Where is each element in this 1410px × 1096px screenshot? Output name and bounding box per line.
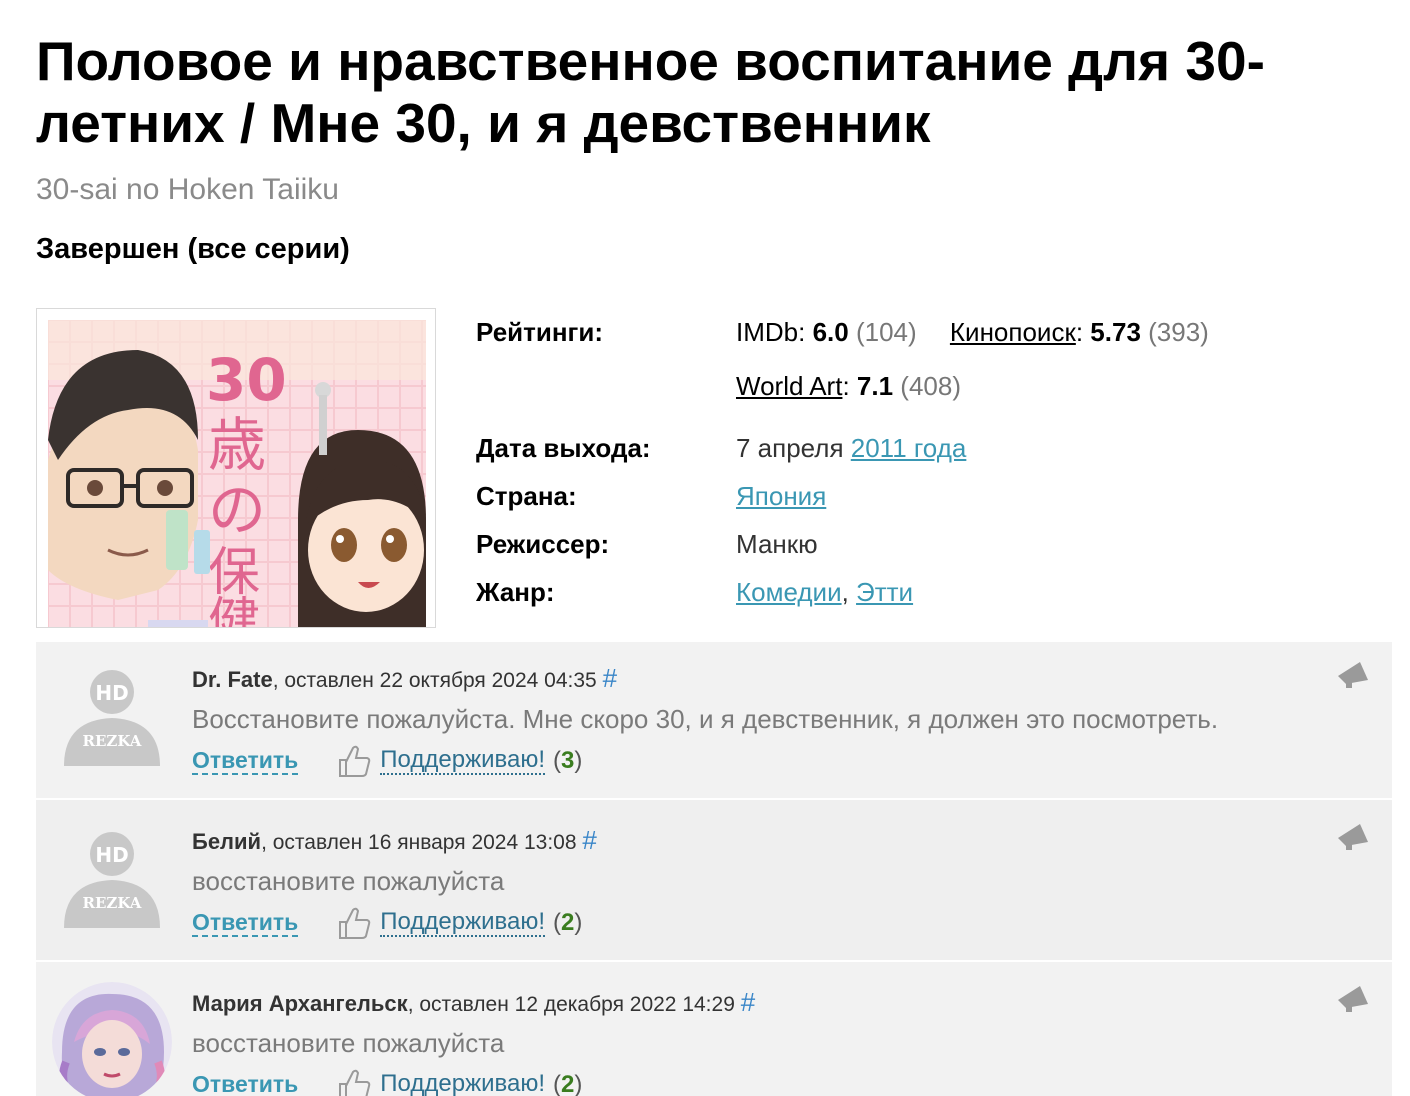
release-year-link[interactable]: 2011 года bbox=[851, 433, 967, 463]
release-date: 7 апреля 2011 года bbox=[736, 432, 966, 464]
imdb-rating: IMDb: 6.0 (104) bbox=[736, 317, 917, 347]
genre-link-ecchi[interactable]: Этти bbox=[856, 577, 913, 607]
imdb-votes: (104) bbox=[855, 317, 917, 347]
genre-link-comedy[interactable]: Комедии bbox=[736, 577, 842, 607]
worldart-votes: (408) bbox=[900, 371, 961, 401]
genre-value: Комедии, Этти bbox=[736, 577, 914, 607]
svg-text:HD: HD bbox=[95, 681, 128, 705]
report-icon[interactable] bbox=[1336, 656, 1370, 690]
imdb-score: 6.0 bbox=[812, 317, 849, 347]
support-count: (3) bbox=[553, 747, 583, 774]
comment-author[interactable]: Мария Архангельск bbox=[192, 991, 408, 1016]
svg-text:の: の bbox=[208, 476, 266, 544]
report-icon[interactable] bbox=[1336, 980, 1370, 1014]
comment-text: восстановите пожалуйста bbox=[192, 866, 505, 896]
kinopoisk-link[interactable]: Кинопоиск bbox=[950, 317, 1076, 347]
comment-text: Восстановите пожалуйста. Мне скоро 30, и… bbox=[192, 704, 1219, 734]
hd-rezka-avatar-icon: HD REZKA bbox=[64, 832, 160, 928]
country-link[interactable]: Япония bbox=[736, 481, 826, 511]
original-title: 30-sai no Hoken Taiiku bbox=[36, 173, 339, 206]
reply-button[interactable]: Ответить bbox=[192, 909, 299, 937]
thumbs-up-icon[interactable] bbox=[336, 1066, 372, 1096]
release-label: Дата выхода: bbox=[476, 433, 651, 463]
ratings-label: Рейтинги: bbox=[476, 317, 604, 347]
reply-button[interactable]: Ответить bbox=[192, 1071, 298, 1096]
page-title: Половое и нравственное воспитание для 30… bbox=[36, 30, 1265, 154]
thumbs-up-icon[interactable] bbox=[336, 742, 372, 780]
comment-item: HD REZKA Белий, оставлен 16 января 2024 … bbox=[36, 800, 1392, 960]
kinopoisk-rating: Кинопоиск: 5.73 (393) bbox=[949, 317, 1209, 347]
report-icon[interactable] bbox=[1336, 818, 1370, 852]
page: Половое и нравственное воспитание для 30… bbox=[0, 0, 1410, 1096]
director-label: Режиссер: bbox=[476, 529, 610, 559]
country-label: Страна: bbox=[476, 481, 577, 511]
support-count: (2) bbox=[553, 909, 583, 936]
comment-item: HD REZKA Dr. Fate, оставлен 22 октября 2… bbox=[36, 642, 1392, 798]
comment-item: Мария Архангельск, оставлен 12 декабря 2… bbox=[36, 962, 1392, 1096]
genre-label: Жанр: bbox=[476, 577, 555, 607]
svg-text:30: 30 bbox=[206, 346, 287, 414]
comment-author[interactable]: Белий bbox=[192, 829, 261, 854]
svg-text:HD: HD bbox=[95, 843, 128, 867]
svg-text:REZKA: REZKA bbox=[83, 732, 142, 750]
svg-text:健: 健 bbox=[208, 593, 260, 628]
worldart-link[interactable]: World Art bbox=[736, 371, 842, 401]
comment-actions: Ответить Поддерживаю! (2) bbox=[192, 904, 582, 942]
worldart-score: 7.1 bbox=[856, 371, 894, 401]
imdb-name: IMDb bbox=[736, 317, 799, 347]
support-count: (2) bbox=[553, 1071, 583, 1096]
reply-button[interactable]: Ответить bbox=[192, 747, 299, 775]
comment-actions: Ответить Поддерживаю! (2) bbox=[192, 1066, 582, 1096]
comment-permalink[interactable]: # bbox=[603, 663, 617, 693]
comment-permalink[interactable]: # bbox=[582, 825, 596, 855]
svg-text:REZKA: REZKA bbox=[83, 894, 142, 912]
hd-rezka-avatar-icon: HD REZKA bbox=[64, 670, 160, 766]
worldart-rating: World Art: 7.1 (408) bbox=[736, 371, 961, 401]
release-day: 7 апреля bbox=[736, 433, 844, 463]
comment-header: Мария Архангельск, оставлен 12 декабря 2… bbox=[192, 987, 756, 1017]
comment-meta: оставлен 12 декабря 2022 14:29 bbox=[419, 993, 735, 1016]
thumbs-up-icon[interactable] bbox=[336, 904, 372, 942]
kinopoisk-votes: (393) bbox=[1148, 317, 1209, 347]
comment-permalink[interactable]: # bbox=[741, 987, 755, 1017]
comment-author[interactable]: Dr. Fate bbox=[192, 667, 273, 692]
kinopoisk-score: 5.73 bbox=[1090, 317, 1141, 347]
comment-actions: Ответить Поддерживаю! (3) bbox=[192, 742, 582, 780]
comment-header: Dr. Fate, оставлен 22 октября 2024 04:35… bbox=[192, 663, 618, 693]
svg-text:歳: 歳 bbox=[208, 411, 266, 479]
comment-meta: оставлен 16 января 2024 13:08 bbox=[272, 831, 577, 854]
status-text: Завершен (все серии) bbox=[36, 233, 350, 265]
poster[interactable]: 30 歳 の 保 健 bbox=[36, 308, 436, 628]
support-button[interactable]: Поддерживаю! bbox=[380, 1071, 545, 1096]
ratings-row: IMDb: 6.0 (104) Кинопоиск: 5.73 (393) bbox=[736, 316, 1209, 348]
user-photo-avatar bbox=[52, 982, 172, 1096]
support-button[interactable]: Поддерживаю! bbox=[380, 909, 546, 937]
poster-image: 30 歳 の 保 健 bbox=[48, 320, 426, 628]
country-value: Япония bbox=[736, 480, 826, 512]
comment-text: восстановите пожалуйста bbox=[192, 1028, 505, 1058]
support-button[interactable]: Поддерживаю! bbox=[380, 747, 546, 775]
director-value: Манкю bbox=[736, 529, 818, 559]
comment-meta: оставлен 22 октября 2024 04:35 bbox=[284, 669, 597, 692]
comment-header: Белий, оставлен 16 января 2024 13:08 # bbox=[192, 825, 597, 855]
